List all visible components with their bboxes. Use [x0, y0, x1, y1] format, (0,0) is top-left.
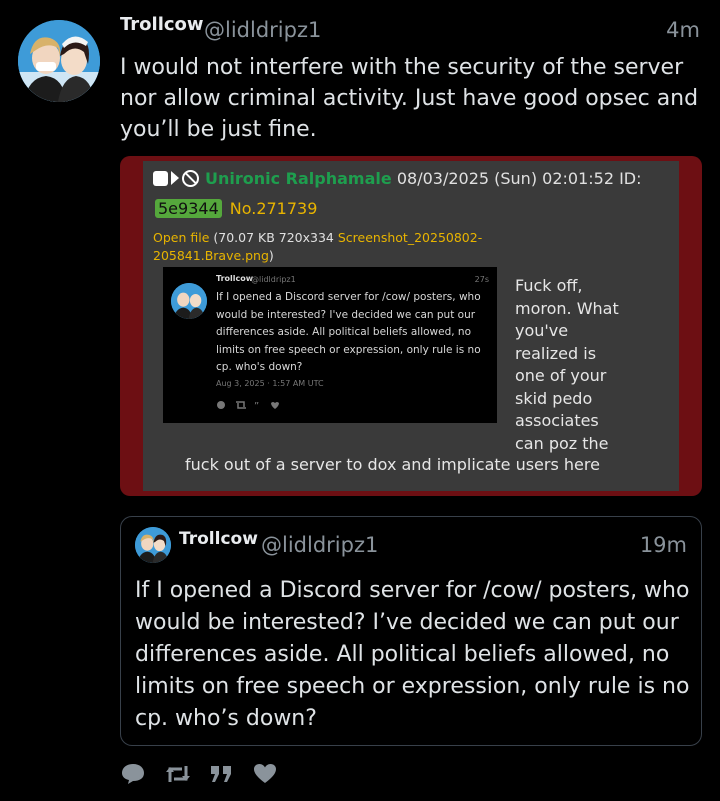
hide-icon [182, 170, 199, 187]
retweet-icon[interactable] [164, 762, 192, 788]
expand-arrow-icon [171, 171, 179, 185]
quote-author-handle: @lidldripz1 [261, 533, 379, 557]
forum-post-ids: 5e9344 No.271739 [155, 199, 317, 218]
embedded-action-icons: ” [217, 401, 279, 412]
forum-post: Unironic Ralphamale 08/03/2025 (Sun) 02:… [143, 161, 679, 491]
checkbox-icon [153, 171, 168, 186]
reply-text: Fuck off, moron. What you've realized is… [515, 276, 619, 453]
embedded-time: 27s [474, 275, 489, 284]
quote-avatar-image [135, 527, 171, 563]
forum-post-header: Unironic Ralphamale 08/03/2025 (Sun) 02:… [153, 169, 642, 188]
like-icon[interactable] [252, 762, 280, 788]
file-close: ) [268, 248, 274, 263]
embedded-actions: ” [216, 400, 292, 413]
embedded-date: Aug 3, 2025 · 1:57 AM UTC [216, 379, 324, 388]
quote-author-name: Trollcow [179, 529, 258, 549]
quote-icon[interactable] [208, 762, 236, 788]
file-details: (70.07 KB 720x334 [213, 230, 334, 245]
poster-name: Unironic Ralphamale [205, 169, 392, 188]
embedded-tweet-image: Trollcow @lidldripz1 27s If I opened a D… [163, 267, 497, 423]
quoted-tweet[interactable]: Trollcow @lidldripz1 19m If I opened a D… [120, 516, 702, 746]
embedded-text: If I opened a Discord server for /cow/ p… [216, 291, 481, 373]
embedded-handle: @lidldripz1 [251, 275, 296, 284]
reply-text-tail: fuck out of a server to dox and implicat… [185, 455, 600, 474]
quote-text: If I opened a Discord server for /cow/ p… [135, 578, 690, 731]
author-handle[interactable]: @lidldripz1 [204, 18, 321, 42]
reply-icon[interactable] [120, 762, 148, 788]
embedded-avatar [171, 283, 207, 319]
poster-id-badge: 5e9344 [155, 199, 222, 218]
post-date: 08/03/2025 (Sun) 02:01:52 ID: [396, 169, 642, 188]
quote-time: 19m [639, 533, 687, 557]
embedded-avatar-image [171, 283, 207, 319]
file-info: Open file (70.07 KB 720x334 Screenshot_2… [153, 229, 513, 265]
open-file-link: Open file [153, 230, 210, 245]
post-text: I would not interfere with the security … [120, 55, 699, 142]
embedded-name: Trollcow [216, 274, 254, 283]
avatar[interactable] [18, 20, 100, 102]
author-name[interactable]: Trollcow [120, 14, 204, 35]
avatar-image [18, 20, 100, 102]
svg-text:”: ” [254, 401, 265, 410]
post-time[interactable]: 4m [666, 18, 700, 42]
attached-image[interactable]: Unironic Ralphamale 08/03/2025 (Sun) 02:… [120, 156, 702, 496]
quote-avatar [135, 527, 171, 563]
post-number: No.271739 [229, 199, 318, 218]
